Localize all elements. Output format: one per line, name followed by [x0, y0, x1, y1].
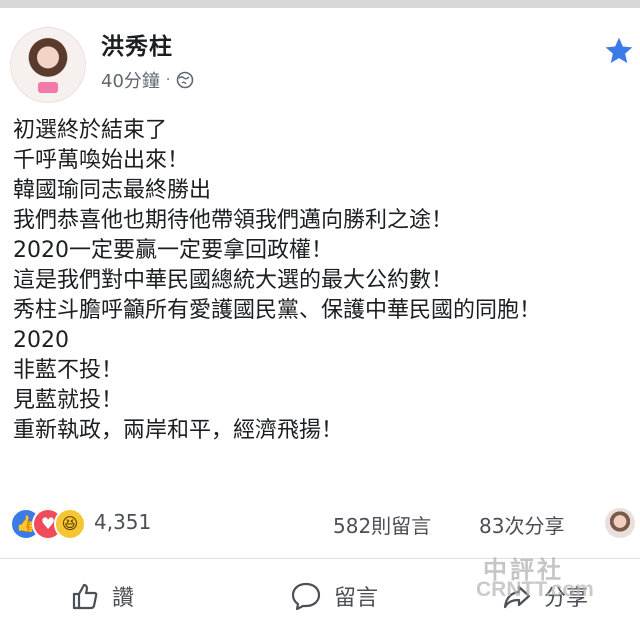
watermark-url: CRNTT.com — [476, 578, 594, 601]
viewer-avatar — [605, 508, 635, 538]
post-body: 初選終於結束了 千呼萬喚始出來！ 韓國瑜同志最終勝出 我們恭喜他也期待他帶領我們… — [13, 116, 541, 446]
avatar-cake-graphic — [38, 82, 58, 93]
globe-icon — [177, 71, 194, 89]
comment-icon — [291, 582, 321, 611]
reaction-count: 4,351 — [94, 510, 152, 534]
post-timestamp[interactable]: 40分鐘 — [101, 67, 160, 93]
post-meta: 40分鐘 · — [101, 67, 194, 93]
post-line: 初選終於結束了 — [13, 118, 168, 143]
like-button[interactable]: 讚 — [70, 580, 134, 612]
reactions-summary[interactable]: 👍 ♥ 😆 4,351 — [10, 508, 190, 540]
comment-button[interactable]: 留言 — [290, 580, 378, 612]
like-label: 讚 — [112, 586, 135, 611]
post-line: 我們恭喜他也期待他帶領我們邁向勝利之途！ — [13, 208, 454, 233]
post-line: 重新執政，兩岸和平，經濟飛揚！ — [13, 418, 344, 443]
haha-reaction-icon: 😆 — [54, 508, 86, 540]
shares-count[interactable]: 83次分享 — [479, 510, 564, 539]
comment-label: 留言 — [334, 586, 379, 611]
comments-count[interactable]: 582則留言 — [333, 510, 431, 539]
post-line: 2020一定要贏一定要拿回政權！ — [13, 238, 333, 263]
post-line: 見藍就投！ — [13, 388, 124, 413]
thumbs-up-icon — [72, 583, 98, 610]
post-line: 2020 — [13, 328, 69, 353]
meta-separator: · — [165, 72, 171, 88]
author-avatar[interactable] — [10, 27, 86, 103]
post-line: 非藍不投！ — [13, 358, 124, 383]
post-line: 秀柱斗膽呼籲所有愛護國民黨、保護中華民國的同胞！ — [13, 298, 542, 323]
author-name[interactable]: 洪秀柱 — [101, 27, 173, 61]
post-line: 千呼萬喚始出來！ — [13, 148, 190, 173]
post-line: 韓國瑜同志最終勝出 — [13, 178, 212, 203]
star-icon[interactable] — [603, 35, 635, 67]
post-line: 這是我們對中華民國總統大選的最大公約數！ — [13, 268, 454, 293]
top-border — [0, 0, 640, 8]
